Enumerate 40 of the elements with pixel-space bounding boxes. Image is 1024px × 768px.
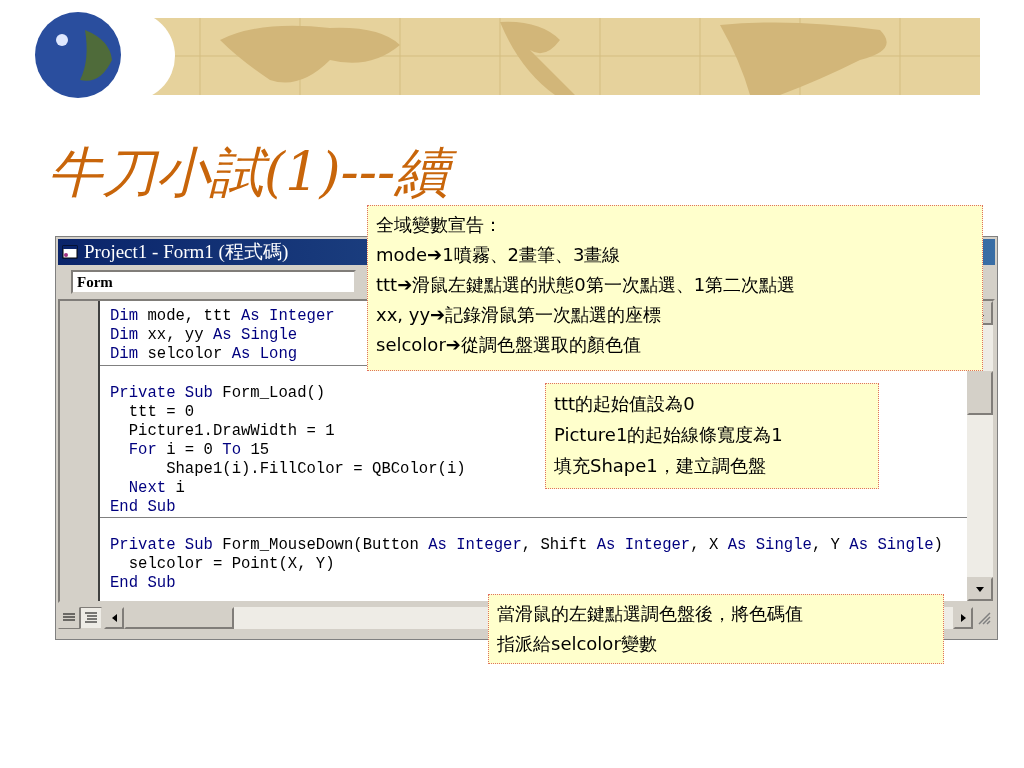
code-line: Private Sub Form_Load(): [110, 384, 326, 403]
code-line: selcolor = Point(X, Y): [127, 555, 335, 574]
code-line: End Sub: [110, 498, 176, 517]
scroll-down-icon: [976, 586, 984, 592]
note-text: ttt➔滑鼠左鍵點選的狀態0第一次點選、1第二次點選: [376, 273, 797, 297]
object-dropdown[interactable]: Form: [71, 270, 356, 294]
code-line: For i = 0 To 15: [127, 441, 270, 460]
code-line: Dim xx, yy As Single: [110, 326, 298, 345]
code-line: Next i: [127, 479, 185, 498]
code-line: End Sub: [110, 574, 176, 593]
horizontal-scrollbar[interactable]: [104, 607, 464, 629]
code-line: Dim selcolor As Long: [110, 345, 298, 364]
note-text: 當滑鼠的左鍵點選調色盤後，將色碼值: [497, 602, 804, 626]
window-title: Project1 - Form1 (程式碼): [84, 240, 289, 264]
note-text: 指派給selcolor變數: [497, 632, 658, 656]
code-line: Shape1(i).FillColor = QBColor(i): [165, 460, 466, 479]
lines-icon: [62, 613, 76, 623]
note-text: 填充Shape1，建立調色盤: [554, 454, 767, 478]
note-text: xx, yy➔記錄滑鼠第一次點選的座標: [376, 303, 663, 327]
scroll-right-button[interactable]: [953, 607, 973, 629]
procedure-view-button[interactable]: [58, 607, 80, 629]
form-icon: [62, 245, 78, 259]
scroll-left-icon: [111, 614, 117, 622]
code-line: Dim mode, ttt As Integer: [110, 307, 335, 326]
code-line: Private Sub Form_MouseDown(Button As Integer, Shift As Integer, X As Single, Y As Single): [110, 536, 943, 555]
scroll-left-button[interactable]: [104, 607, 124, 629]
note-text: mode➔1噴霧、2畫筆、3畫線: [376, 243, 622, 267]
resize-grip-icon: [977, 611, 991, 625]
full-module-view-button[interactable]: [80, 607, 102, 629]
note-text: ttt的起始值設為0: [554, 392, 696, 416]
lines-icon: [84, 612, 98, 624]
scroll-right-icon: [960, 614, 966, 622]
code-line: Picture1.DrawWidth = 1: [127, 422, 335, 441]
scrollbar-thumb[interactable]: [967, 371, 993, 415]
code-line: ttt = 0: [127, 403, 195, 422]
note-text: Picture1的起始線條寬度為1: [554, 423, 784, 447]
note-text: selcolor➔從調色盤選取的顏色值: [376, 333, 642, 357]
slide-title: 牛刀小試(1)---續: [48, 140, 1024, 206]
scrollbar-thumb[interactable]: [124, 607, 234, 629]
note-text: 全域變數宣告：: [376, 213, 503, 237]
